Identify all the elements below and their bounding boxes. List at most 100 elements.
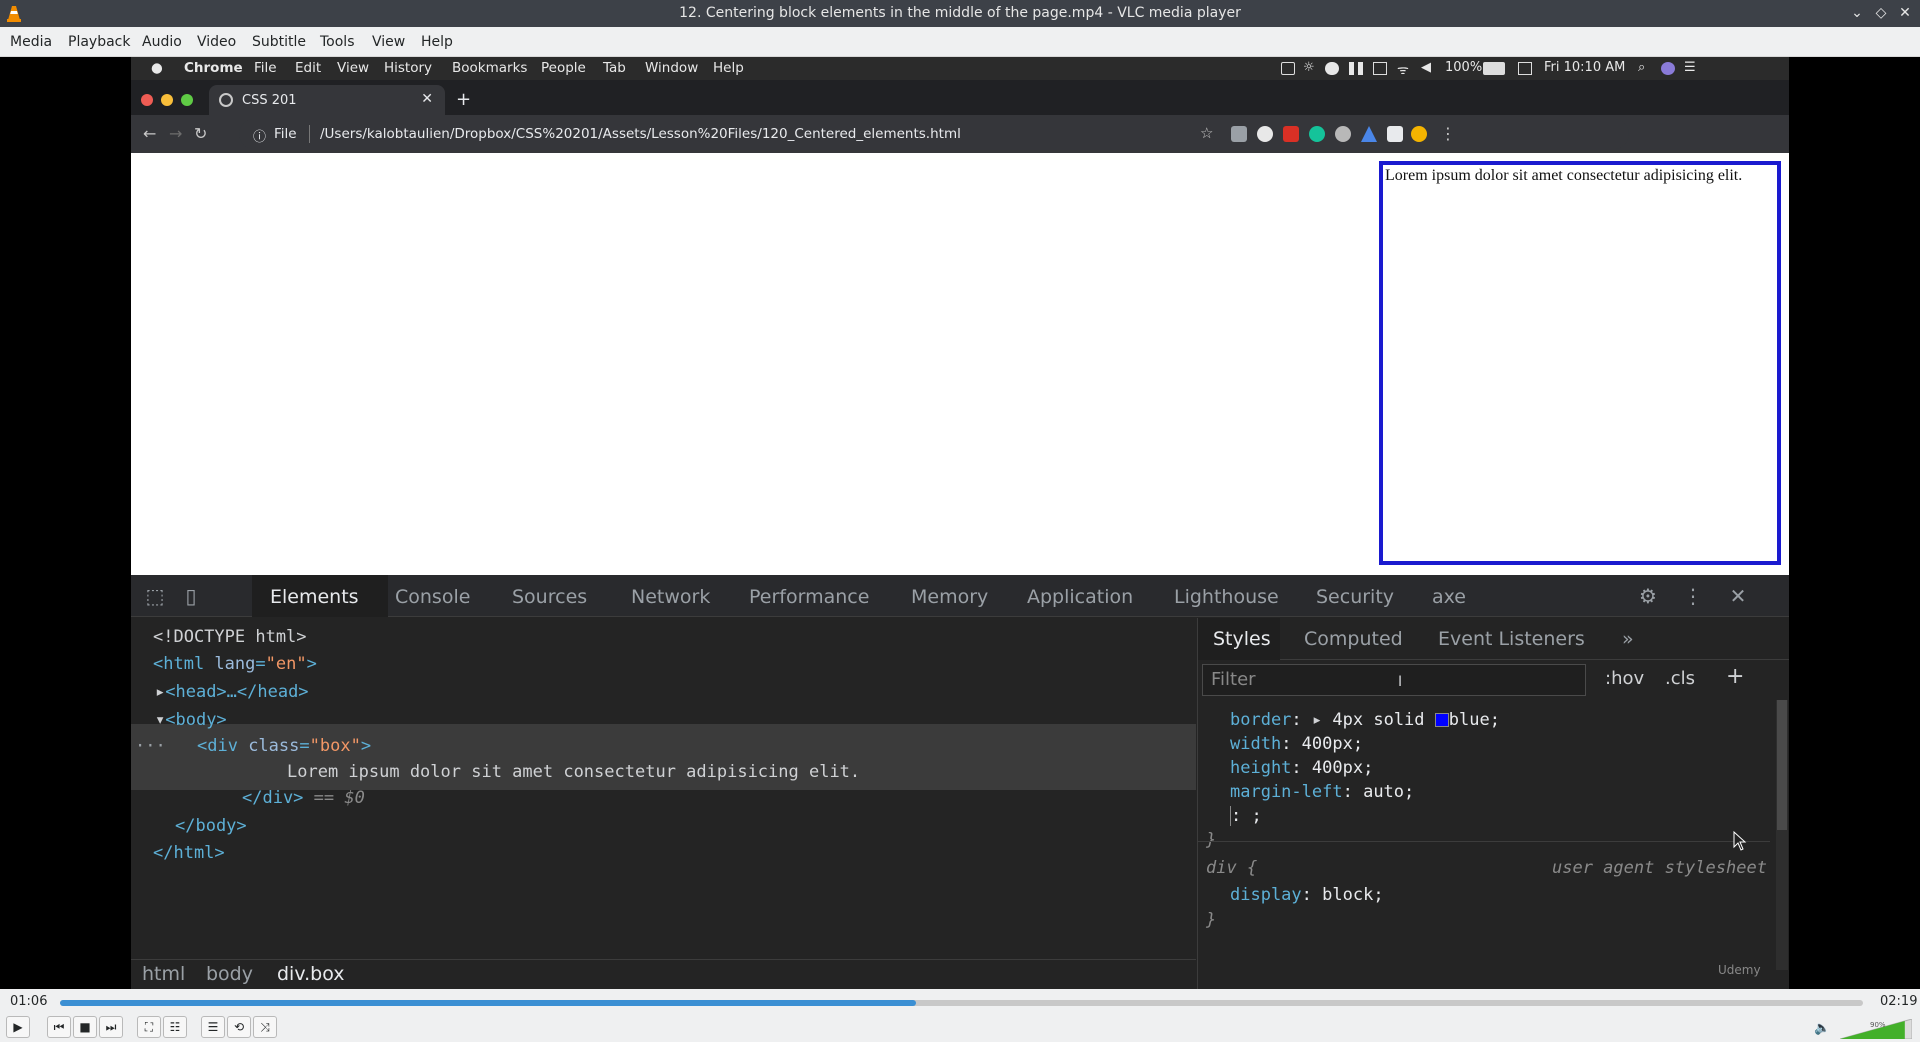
- color-swatch[interactable]: [1434, 713, 1449, 727]
- cloud-icon: [1325, 62, 1339, 75]
- elements-dom-tree[interactable]: <!DOCTYPE html> <html lang="en"> ▸<head>…: [131, 618, 1196, 958]
- address-url[interactable]: /Users/kalobtaulien/Dropbox/CSS%20201/As…: [320, 126, 961, 142]
- fullscreen-icon[interactable]: ⛶: [137, 1016, 161, 1038]
- devtools-menu-icon[interactable]: ⋮: [1681, 584, 1705, 608]
- rule-border[interactable]: border: ▸ 4px solid blue;: [1230, 710, 1500, 730]
- dom-head[interactable]: ▸<head>…</head>: [155, 682, 309, 702]
- dom-html-open[interactable]: <html lang="en">: [153, 654, 317, 674]
- gray-extension-icon[interactable]: [1335, 126, 1351, 142]
- maximize-icon[interactable]: ◇: [1872, 4, 1890, 22]
- tab-application[interactable]: Application: [1027, 586, 1133, 608]
- dom-body-close[interactable]: </body>: [175, 816, 247, 836]
- chrome-menu-icon[interactable]: ⋮: [1440, 124, 1456, 143]
- tab-console[interactable]: Console: [395, 586, 470, 608]
- playlist-icon[interactable]: ☰: [201, 1016, 225, 1038]
- menu-media[interactable]: Media: [10, 34, 52, 50]
- close-icon[interactable]: ✕: [1896, 4, 1914, 22]
- airplay-icon: [1373, 62, 1387, 75]
- mac-zoom-icon[interactable]: [181, 94, 193, 106]
- extended-settings-icon[interactable]: ☷: [163, 1016, 187, 1038]
- seek-progress: [60, 1000, 917, 1006]
- play-icon[interactable]: ▶: [6, 1016, 30, 1038]
- menu-help[interactable]: Help: [421, 34, 453, 50]
- menu-audio[interactable]: Audio: [142, 34, 182, 50]
- red-extension-icon[interactable]: [1283, 126, 1299, 142]
- tab-styles[interactable]: Styles: [1213, 628, 1271, 650]
- breadcrumb-body[interactable]: body: [206, 963, 253, 985]
- tab-performance[interactable]: Performance: [749, 586, 869, 608]
- more-tabs-icon[interactable]: »: [1622, 628, 1634, 650]
- rule-height[interactable]: height: 400px;: [1230, 758, 1373, 778]
- centered-box[interactable]: Lorem ipsum dolor sit amet consectetur a…: [1379, 161, 1781, 565]
- loop-icon[interactable]: ⟲: [227, 1016, 251, 1038]
- mac-minimize-icon[interactable]: [161, 94, 173, 106]
- dom-div-close[interactable]: </div> == $0: [242, 788, 365, 808]
- dom-div-text[interactable]: Lorem ipsum dolor sit amet consectetur a…: [287, 762, 860, 782]
- grammarly-icon[interactable]: [1309, 126, 1325, 142]
- seek-bar[interactable]: [60, 1000, 1863, 1006]
- rule-margin-left[interactable]: margin-left: auto;: [1230, 782, 1414, 802]
- tab-close-icon[interactable]: ✕: [421, 91, 433, 107]
- menu-playback[interactable]: Playback: [68, 34, 130, 50]
- camera-extension-icon[interactable]: [1231, 126, 1247, 142]
- inspect-element-icon[interactable]: ⬚: [143, 584, 167, 608]
- previous-icon[interactable]: ⏮: [47, 1016, 71, 1038]
- expand-shorthand-icon: ▸: [1311, 710, 1323, 730]
- bookmark-star-icon[interactable]: ☆: [1200, 124, 1213, 142]
- dom-html-close[interactable]: </html>: [153, 843, 225, 863]
- stop-icon[interactable]: ■: [73, 1016, 97, 1038]
- new-tab-icon[interactable]: +: [456, 89, 471, 110]
- styles-scrollbar[interactable]: [1776, 700, 1788, 970]
- cls-toggle[interactable]: .cls: [1665, 668, 1695, 689]
- menu-tools[interactable]: Tools: [320, 34, 355, 50]
- tab-elements[interactable]: Elements: [270, 586, 359, 608]
- dom-body-open[interactable]: ▾<body>: [155, 710, 227, 730]
- node-actions-icon[interactable]: ···: [135, 736, 166, 756]
- rule-display: display: block;: [1230, 885, 1384, 905]
- next-icon[interactable]: ⏭: [99, 1016, 123, 1038]
- puzzle-extensions-icon[interactable]: [1387, 126, 1403, 142]
- spotlight-icon: ⌕: [1638, 60, 1646, 75]
- ua-close-brace: }: [1206, 910, 1217, 930]
- close-devtools-icon[interactable]: ✕: [1726, 584, 1750, 608]
- video-area[interactable]: ● Chrome File Edit View History Bookmark…: [0, 57, 1920, 989]
- tab-event-listeners[interactable]: Event Listeners: [1438, 628, 1585, 650]
- tab-security[interactable]: Security: [1316, 586, 1394, 608]
- volume-icon[interactable]: 🔈: [1814, 1021, 1832, 1037]
- tab-axe[interactable]: axe: [1432, 586, 1466, 608]
- new-rule-icon[interactable]: +: [1726, 664, 1744, 689]
- device-toolbar-icon[interactable]: ▯: [179, 584, 203, 608]
- tab-memory[interactable]: Memory: [911, 586, 988, 608]
- profile-avatar-icon[interactable]: [1411, 126, 1427, 142]
- info-icon[interactable]: ⓘ: [253, 126, 266, 145]
- mac-close-icon[interactable]: [141, 94, 153, 106]
- minimize-icon[interactable]: ⌄: [1848, 4, 1866, 22]
- style-rules[interactable]: border: ▸ 4px solid blue; width: 400px; …: [1198, 700, 1770, 970]
- notification-center-icon: ☰: [1684, 60, 1696, 75]
- shuffle-icon[interactable]: ⤨: [253, 1016, 277, 1038]
- tab-lighthouse[interactable]: Lighthouse: [1174, 586, 1279, 608]
- filter-input[interactable]: Filter: [1202, 664, 1586, 696]
- circle-extension-icon[interactable]: [1257, 126, 1273, 142]
- udemy-watermark: Udemy: [1718, 963, 1761, 977]
- rule-width[interactable]: width: 400px;: [1230, 734, 1363, 754]
- back-icon[interactable]: ←: [143, 124, 156, 143]
- scrollbar-thumb[interactable]: [1777, 700, 1787, 830]
- breadcrumb-div-box[interactable]: div.box: [277, 963, 345, 985]
- volume-slider[interactable]: 90%: [1840, 1019, 1912, 1039]
- mac-menu-help: Help: [713, 60, 744, 76]
- tab-sources[interactable]: Sources: [512, 586, 587, 608]
- menu-video[interactable]: Video: [197, 34, 236, 50]
- dom-div-open[interactable]: <div class="box">: [197, 736, 371, 756]
- reload-icon[interactable]: ↻: [194, 124, 207, 143]
- settings-gear-icon[interactable]: ⚙: [1636, 584, 1660, 608]
- breadcrumb-html[interactable]: html: [142, 963, 185, 985]
- hov-toggle[interactable]: :hov: [1605, 668, 1644, 689]
- rule-new-declaration[interactable]: : ;: [1230, 806, 1262, 826]
- forward-icon[interactable]: →: [169, 124, 182, 143]
- menu-subtitle[interactable]: Subtitle: [252, 34, 306, 50]
- chrome-tab[interactable]: CSS 201 ✕: [209, 85, 445, 115]
- menu-view[interactable]: View: [372, 34, 405, 50]
- tab-computed[interactable]: Computed: [1304, 628, 1403, 650]
- tab-network[interactable]: Network: [631, 586, 710, 608]
